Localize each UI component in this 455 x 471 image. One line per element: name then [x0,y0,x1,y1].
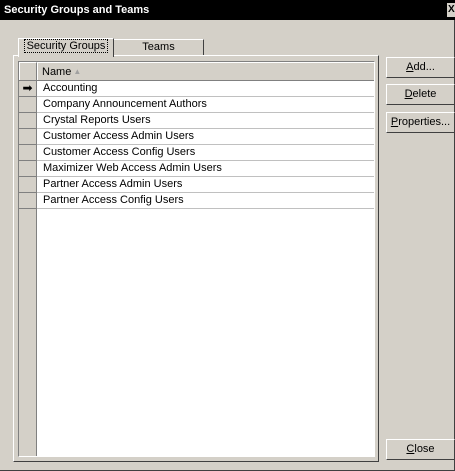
row-indicator [19,129,37,145]
delete-button-mnemonic: D [404,88,413,100]
tab-teams-label: Teams [142,41,175,53]
tab-security-groups-label: Security Groups [23,39,109,53]
delete-button-label: elete [412,88,437,100]
group-name-cell: Partner Access Config Users [37,193,374,209]
column-header-label: Name [42,66,72,78]
close-button-label: lose [414,443,435,455]
current-row-arrow-icon: ➡ [19,81,37,97]
row-indicator [19,113,37,129]
table-row[interactable]: Customer Access Admin Users [19,129,374,145]
table-row[interactable]: Partner Access Config Users [19,193,374,209]
group-name-cell: Crystal Reports Users [37,113,374,129]
close-button[interactable]: Close [386,439,455,460]
group-name-cell: Maximizer Web Access Admin Users [37,161,374,177]
title-bar: Security Groups and Teams X [0,0,455,20]
row-indicator [19,193,37,209]
security-groups-grid[interactable]: Name ▲ ➡ Accounting Company Announcement Au… [18,61,375,457]
row-indicator [19,161,37,177]
window-title: Security Groups and Teams [4,4,150,16]
group-name-cell: Customer Access Config Users [37,145,374,161]
table-row[interactable]: ➡ Accounting [19,81,374,97]
table-row[interactable]: Customer Access Config Users [19,145,374,161]
group-name-cell: Customer Access Admin Users [37,129,374,145]
group-name-cell: Accounting [37,81,374,97]
delete-button[interactable]: Delete [386,84,455,105]
add-button-label: dd... [413,61,435,73]
properties-button[interactable]: Properties... [386,112,455,133]
table-row[interactable]: Partner Access Admin Users [19,177,374,193]
grid-header: Name ▲ [19,62,374,81]
tab-security-groups[interactable]: Security Groups [18,38,114,57]
table-row[interactable]: Crystal Reports Users [19,113,374,129]
table-row[interactable]: Company Announcement Authors [19,97,374,113]
close-window-icon[interactable]: X [447,3,455,17]
add-button[interactable]: Add... [386,57,455,78]
group-name-cell: Partner Access Admin Users [37,177,374,193]
properties-button-label: roperties... [398,116,451,128]
row-indicator [19,177,37,193]
table-row[interactable]: Maximizer Web Access Admin Users [19,161,374,177]
row-indicator [19,145,37,161]
group-name-cell: Company Announcement Authors [37,97,374,113]
security-groups-dialog: Security Groups and Teams X Security Gro… [0,0,455,471]
sort-ascending-icon: ▲ [73,67,82,76]
tab-teams[interactable]: Teams [113,39,204,56]
row-indicator [19,97,37,113]
column-header-name[interactable]: Name ▲ [37,62,374,80]
grid-body: Name ▲ ➡ Accounting Company Announcement Au… [19,62,374,456]
header-corner [19,62,37,80]
